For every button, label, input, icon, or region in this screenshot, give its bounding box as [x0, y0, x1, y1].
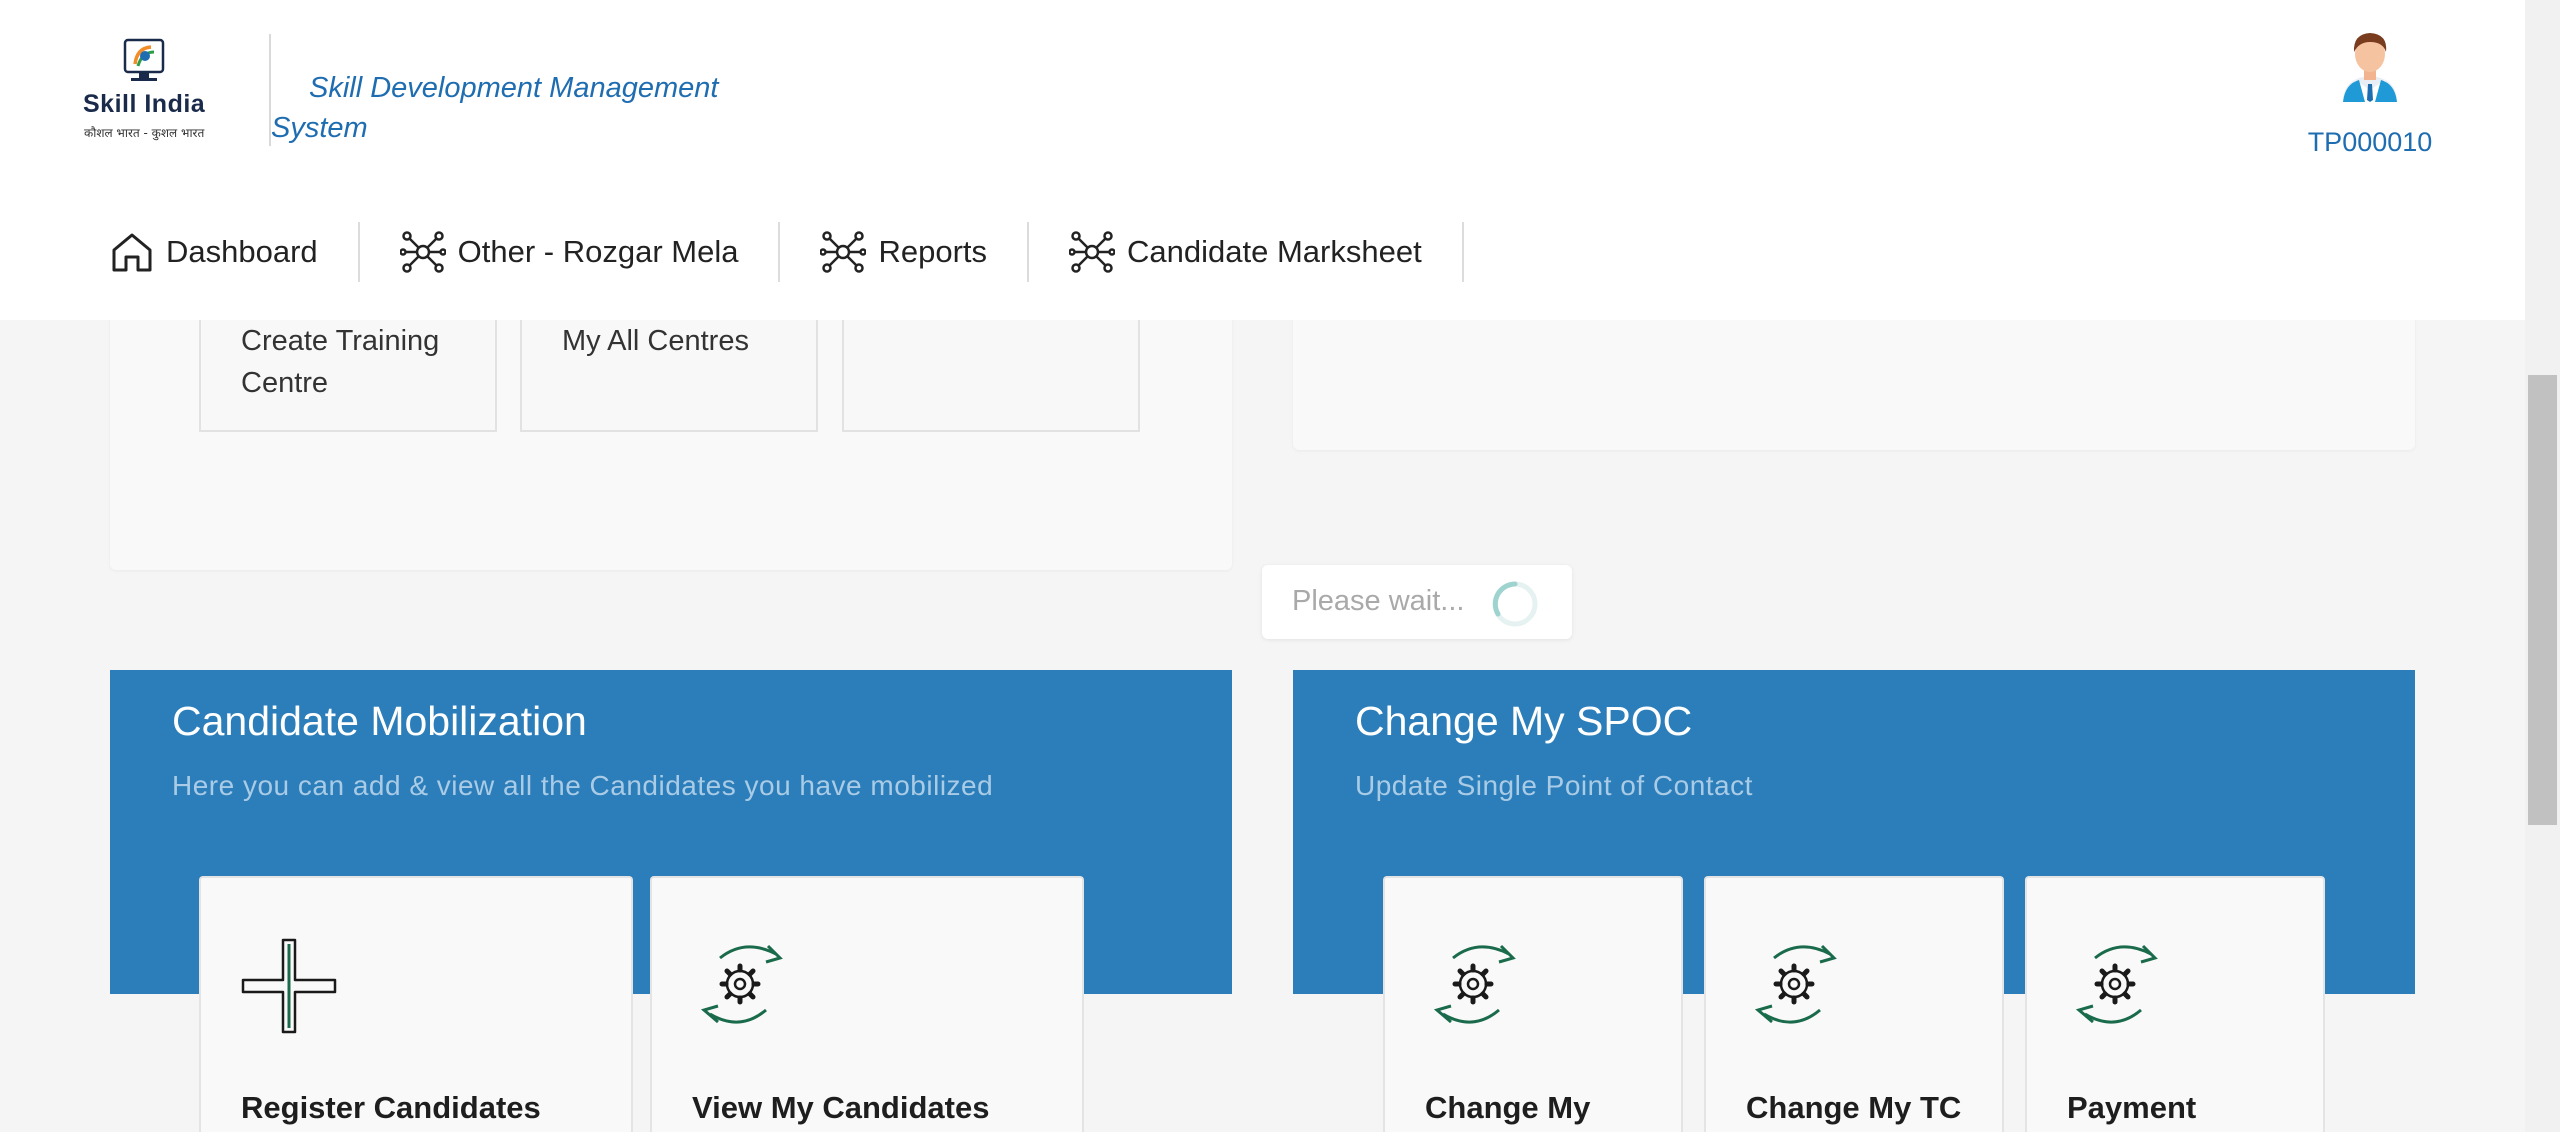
- skill-india-logo[interactable]: Skill India कौशल भारत - कुशल भारत: [78, 38, 208, 148]
- app-header: Skill India कौशल भारत - कुशल भारत Skill …: [0, 0, 2525, 320]
- spinner-icon: [1492, 581, 1538, 627]
- scrollbar-thumb[interactable]: [2528, 375, 2557, 825]
- nav-dashboard-label: Dashboard: [166, 234, 318, 269]
- payment-card[interactable]: Payment: [2025, 876, 2325, 1132]
- view-my-candidates-label: View My Candidates: [692, 1090, 990, 1125]
- loading-text: Please wait...: [1292, 585, 1465, 617]
- nav-rozgar-mela[interactable]: Other - Rozgar Mela: [390, 222, 781, 282]
- nav-dashboard[interactable]: Dashboard: [100, 222, 360, 282]
- logo-brand-text: Skill India: [83, 90, 206, 118]
- nav-reports[interactable]: Reports: [810, 222, 1030, 282]
- register-candidates-label: Register Candidates: [241, 1090, 541, 1125]
- nav-reports-label: Reports: [878, 234, 988, 269]
- create-training-centre-label: Create Training Centre: [241, 325, 440, 399]
- change-my-tc-label: Change My TC: [1746, 1090, 1962, 1125]
- change-my-spoc-card[interactable]: Change My: [1383, 876, 1683, 1132]
- loading-indicator: Please wait...: [1262, 565, 1572, 639]
- gear-sync-icon: [1754, 944, 1837, 1024]
- gear-sync-icon: [1433, 944, 1516, 1024]
- change-my-label: Change My: [1425, 1090, 1591, 1125]
- change-my-tc-card[interactable]: Change My TC: [1704, 876, 2004, 1132]
- network-icon: [1069, 231, 1116, 273]
- my-all-centres-label: My All Centres: [562, 325, 749, 357]
- skill-india-emblem-icon: [123, 38, 165, 81]
- plus-icon: [241, 938, 337, 1034]
- register-candidates-card[interactable]: Register Candidates: [199, 876, 633, 1132]
- payment-label: Payment: [2067, 1090, 2197, 1125]
- app-title: Skill Development Management System: [271, 72, 719, 144]
- user-profile[interactable]: TP000010: [2300, 28, 2440, 158]
- network-icon: [399, 231, 446, 273]
- logo-tagline: कौशल भारत - कुशल भारत: [84, 126, 205, 140]
- user-avatar-icon: [2343, 33, 2397, 102]
- nav-rozgar-mela-label: Other - Rozgar Mela: [457, 234, 739, 269]
- nav-candidate-marksheet-label: Candidate Marksheet: [1127, 234, 1422, 269]
- change-spoc-subtitle: Update Single Point of Contact: [1355, 770, 1753, 801]
- candidate-mobilization-subtitle: Here you can add & view all the Candidat…: [172, 770, 994, 801]
- main-nav: Dashboard Other - Rozgar Mela Reports Ca…: [100, 220, 1464, 284]
- home-icon: [112, 233, 152, 272]
- user-id-text: TP000010: [2307, 127, 2433, 157]
- view-my-candidates-card[interactable]: View My Candidates: [650, 876, 1084, 1132]
- candidate-mobilization-title: Candidate Mobilization: [172, 698, 587, 744]
- network-icon: [820, 231, 867, 273]
- gear-sync-icon: [2075, 944, 2158, 1024]
- change-spoc-title: Change My SPOC: [1355, 698, 1693, 744]
- nav-candidate-marksheet[interactable]: Candidate Marksheet: [1059, 222, 1464, 282]
- gear-sync-icon: [700, 944, 783, 1024]
